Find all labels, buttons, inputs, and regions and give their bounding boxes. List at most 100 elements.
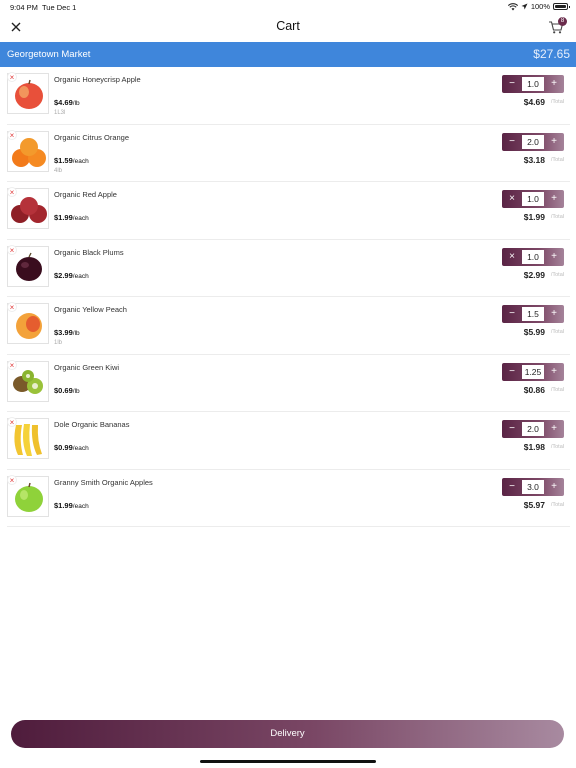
quantity-value[interactable]: 1.25	[522, 364, 544, 379]
remove-item-icon[interactable]: ×	[7, 359, 17, 370]
quantity-value[interactable]: 3.0	[522, 479, 544, 494]
quantity-value[interactable]: 1.0	[522, 192, 544, 206]
increment-button[interactable]: +	[544, 478, 564, 496]
delivery-button[interactable]: Delivery	[11, 720, 564, 748]
total-suffix: /Total	[550, 271, 564, 278]
cart-item: × Organic Black Plums $2.99/each × 1.0 +…	[7, 240, 570, 297]
item-note: 1lb	[54, 340, 63, 346]
quantity-stepper: − 3.0 +	[502, 477, 564, 496]
battery-icon	[553, 3, 570, 10]
item-note: 4lb	[54, 167, 63, 174]
remove-quantity-button[interactable]: ×	[502, 248, 522, 266]
decrement-button[interactable]: −	[502, 478, 522, 496]
increment-button[interactable]: +	[544, 305, 564, 323]
remove-item-icon[interactable]: ×	[7, 72, 17, 82]
line-total: $0.86	[523, 384, 545, 395]
quantity-stepper: − 1.5 +	[502, 305, 564, 323]
line-total: $5.99	[523, 327, 545, 337]
store-name: Georgetown Market	[7, 49, 91, 60]
price-unit: /lb	[72, 387, 80, 395]
increment-button[interactable]: +	[544, 420, 564, 438]
total-suffix: /Total	[550, 156, 564, 163]
price-unit: /each	[72, 272, 89, 280]
line-total: $5.97	[523, 499, 545, 510]
product-price: $1.99/each	[54, 213, 89, 222]
product-price: $0.69/lb	[54, 385, 80, 395]
decrement-button[interactable]: −	[502, 363, 522, 381]
quantity-stepper: − 2.0 +	[502, 132, 564, 151]
status-time: 9:04 PM	[10, 3, 38, 12]
product-price: $0.99/each	[54, 443, 89, 452]
remove-item-icon[interactable]: ×	[7, 187, 17, 197]
status-indicators: 100%	[507, 2, 570, 11]
total-suffix: /Total	[550, 501, 564, 508]
quantity-value[interactable]: 1.5	[522, 307, 544, 321]
total-suffix: /Total	[550, 386, 564, 393]
product-price: $1.59/each	[54, 155, 89, 165]
quantity-value[interactable]: 1.0	[522, 77, 544, 91]
cart-button[interactable]: 8	[548, 17, 567, 35]
home-indicator[interactable]	[200, 760, 376, 763]
total-suffix: /Total	[550, 329, 564, 335]
status-date: Tue Dec 1	[42, 3, 77, 12]
increment-button[interactable]: +	[544, 190, 564, 208]
increment-button[interactable]: +	[544, 133, 564, 151]
product-name: Organic Citrus Orange	[54, 132, 130, 142]
product-name: Dole Organic Bananas	[54, 420, 130, 429]
store-total: $27.65	[533, 47, 570, 61]
decrement-button[interactable]: −	[502, 75, 522, 93]
price-unit: /each	[72, 502, 89, 510]
remove-item-icon[interactable]: ×	[7, 302, 17, 312]
product-name: Organic Black Plums	[54, 247, 124, 257]
increment-button[interactable]: +	[544, 75, 564, 93]
quantity-stepper: − 2.0 +	[502, 420, 564, 438]
remove-quantity-button[interactable]: ×	[502, 190, 522, 208]
cart-item: × Granny Smith Organic Apples $1.99/each…	[7, 470, 570, 527]
wifi-icon	[507, 2, 518, 10]
remove-item-icon[interactable]: ×	[7, 417, 17, 427]
cart-item: × Dole Organic Bananas $0.99/each − 2.0 …	[7, 412, 570, 470]
battery-percent: 100%	[530, 2, 550, 11]
total-suffix: /Total	[550, 444, 564, 450]
cart-count-badge: 8	[558, 17, 567, 26]
cart-item: × Organic Honeycrisp Apple $4.69/lb 1L3l…	[7, 67, 570, 125]
remove-item-icon[interactable]: ×	[7, 474, 17, 485]
price-unit: /each	[72, 215, 89, 222]
quantity-value[interactable]: 1.0	[522, 249, 544, 264]
quantity-stepper: × 1.0 +	[502, 190, 564, 208]
remove-item-icon[interactable]: ×	[7, 244, 17, 255]
product-price: $4.69/lb	[54, 98, 80, 107]
decrement-button[interactable]: −	[502, 133, 522, 151]
product-price: $1.99/each	[54, 500, 89, 510]
line-total: $3.18	[523, 154, 545, 165]
location-icon	[521, 3, 528, 10]
price-unit: /each	[72, 157, 89, 165]
cart-item-list: × Organic Honeycrisp Apple $4.69/lb 1L3l…	[7, 67, 570, 527]
cart-item: × Organic Yellow Peach $3.99/lb 1lb − 1.…	[7, 297, 570, 355]
increment-button[interactable]: +	[544, 248, 564, 266]
line-total: $2.99	[523, 269, 545, 280]
total-suffix: /Total	[550, 214, 564, 220]
price-unit: /each	[72, 445, 89, 452]
quantity-stepper: × 1.0 +	[502, 247, 564, 266]
line-total: $4.69	[523, 97, 545, 107]
total-suffix: /Total	[550, 99, 564, 105]
decrement-button[interactable]: −	[502, 305, 522, 323]
item-note: 1L3l	[54, 110, 66, 116]
price-unit: /lb	[72, 100, 80, 107]
quantity-value[interactable]: 2.0	[522, 422, 544, 436]
cart-item: × Organic Citrus Orange $1.59/each 4lb −…	[7, 125, 570, 182]
decrement-button[interactable]: −	[502, 420, 522, 438]
product-name: Organic Honeycrisp Apple	[54, 75, 141, 84]
product-name: Organic Green Kiwi	[54, 362, 120, 372]
quantity-stepper: − 1.0 +	[502, 75, 564, 93]
status-bar: 9:04 PM Tue Dec 1 100%	[0, 0, 576, 14]
nav-bar: Cart 8	[0, 14, 576, 42]
line-total: $1.99	[523, 212, 545, 222]
remove-item-icon[interactable]: ×	[7, 129, 17, 140]
increment-button[interactable]: +	[544, 363, 564, 381]
cart-item: × Organic Green Kiwi $0.69/lb − 1.25 + $…	[7, 355, 570, 412]
quantity-value[interactable]: 2.0	[522, 134, 544, 149]
page-title: Cart	[276, 19, 300, 33]
product-name: Granny Smith Organic Apples	[54, 477, 153, 487]
